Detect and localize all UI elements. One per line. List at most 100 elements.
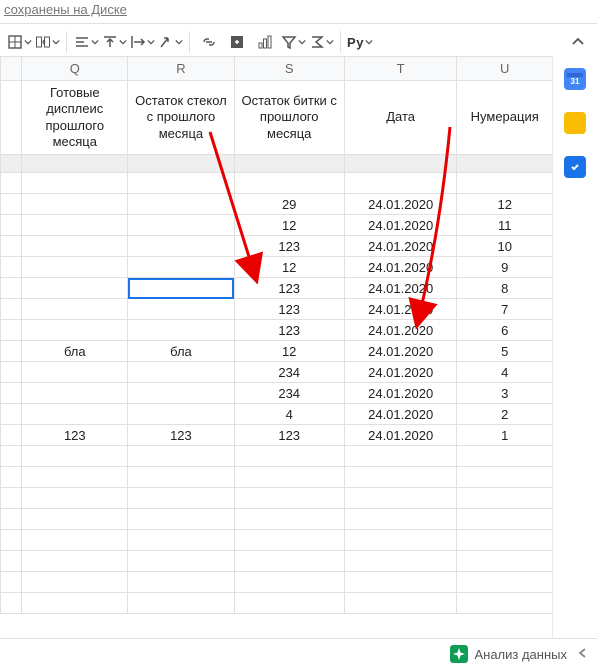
functions-button[interactable] — [308, 29, 334, 55]
cell[interactable] — [128, 299, 234, 320]
cell[interactable]: 24.01.2020 — [344, 278, 457, 299]
cell[interactable] — [128, 320, 234, 341]
side-panel-toggle[interactable] — [577, 647, 589, 662]
cell[interactable]: 8 — [457, 278, 553, 299]
cell[interactable] — [344, 593, 457, 614]
cell[interactable] — [457, 572, 553, 593]
cell[interactable] — [234, 530, 344, 551]
cell[interactable]: 24.01.2020 — [344, 404, 457, 425]
chart-button[interactable] — [252, 29, 278, 55]
cell[interactable] — [22, 551, 128, 572]
cell[interactable]: 10 — [457, 236, 553, 257]
cell[interactable] — [1, 509, 22, 530]
cell[interactable] — [457, 593, 553, 614]
cell[interactable] — [128, 278, 234, 299]
row-stub[interactable] — [1, 257, 22, 278]
cell[interactable] — [344, 467, 457, 488]
cell[interactable] — [128, 236, 234, 257]
cell[interactable]: 3 — [457, 383, 553, 404]
cell[interactable] — [22, 194, 128, 215]
cell[interactable] — [128, 488, 234, 509]
cell[interactable] — [457, 488, 553, 509]
filter-button[interactable] — [280, 29, 306, 55]
cell[interactable]: 234 — [234, 362, 344, 383]
cell[interactable] — [22, 446, 128, 467]
cell[interactable]: 123 — [234, 278, 344, 299]
cell[interactable]: 24.01.2020 — [344, 257, 457, 278]
cell[interactable]: 12 — [234, 215, 344, 236]
cell[interactable]: 4 — [457, 362, 553, 383]
cell[interactable]: бла — [128, 341, 234, 362]
cell[interactable] — [457, 446, 553, 467]
cell[interactable]: 24.01.2020 — [344, 320, 457, 341]
cell[interactable]: 24.01.2020 — [344, 425, 457, 446]
saved-link[interactable]: сохранены на Диске — [0, 0, 597, 23]
cell[interactable]: 24.01.2020 — [344, 341, 457, 362]
cell[interactable] — [22, 572, 128, 593]
cell[interactable] — [234, 173, 344, 194]
cell[interactable] — [457, 467, 553, 488]
cell[interactable]: 12 — [234, 257, 344, 278]
row-stub[interactable] — [1, 425, 22, 446]
cell[interactable] — [234, 488, 344, 509]
row-stub[interactable] — [1, 173, 22, 194]
cell[interactable] — [22, 593, 128, 614]
cell[interactable] — [234, 467, 344, 488]
cell[interactable]: 5 — [457, 341, 553, 362]
cell[interactable]: 123 — [234, 236, 344, 257]
cell[interactable]: 234 — [234, 383, 344, 404]
header-R[interactable]: Остаток стекол с прошлого месяца — [128, 81, 234, 155]
calendar-icon[interactable]: 31 — [564, 68, 586, 90]
cell[interactable] — [344, 530, 457, 551]
col-header-T[interactable]: T — [344, 57, 457, 81]
row-stub[interactable] — [1, 341, 22, 362]
cell[interactable]: 11 — [457, 215, 553, 236]
addon-py-button[interactable]: Py — [347, 29, 373, 55]
cell[interactable] — [234, 593, 344, 614]
cell[interactable] — [128, 467, 234, 488]
valign-button[interactable] — [101, 29, 127, 55]
col-header-S[interactable]: S — [234, 57, 344, 81]
cell[interactable] — [22, 173, 128, 194]
cell[interactable]: 12 — [234, 341, 344, 362]
cell[interactable] — [22, 530, 128, 551]
cell[interactable] — [344, 509, 457, 530]
cell[interactable] — [1, 467, 22, 488]
header-Q[interactable]: Готовые дисплеис прошлого месяца — [22, 81, 128, 155]
cell[interactable] — [234, 572, 344, 593]
comment-button[interactable] — [224, 29, 250, 55]
cell[interactable] — [22, 404, 128, 425]
cell[interactable] — [234, 446, 344, 467]
cell[interactable]: 6 — [457, 320, 553, 341]
row-stub[interactable] — [1, 299, 22, 320]
cell[interactable]: 24.01.2020 — [344, 299, 457, 320]
cell[interactable] — [128, 215, 234, 236]
cell[interactable] — [128, 530, 234, 551]
cell[interactable] — [1, 488, 22, 509]
cell[interactable]: 24.01.2020 — [344, 362, 457, 383]
row-stub[interactable] — [1, 215, 22, 236]
cell[interactable]: 123 — [22, 425, 128, 446]
row-stub[interactable] — [1, 194, 22, 215]
row-stub[interactable] — [1, 404, 22, 425]
cell[interactable] — [22, 257, 128, 278]
cell[interactable] — [457, 173, 553, 194]
cell[interactable]: 4 — [234, 404, 344, 425]
header-U[interactable]: Нумерация — [457, 81, 553, 155]
cell[interactable] — [22, 236, 128, 257]
cell[interactable] — [344, 572, 457, 593]
cell[interactable] — [128, 551, 234, 572]
cell[interactable] — [457, 509, 553, 530]
borders-button[interactable] — [6, 29, 32, 55]
cell[interactable]: 123 — [234, 320, 344, 341]
row-stub[interactable] — [1, 320, 22, 341]
spreadsheet-grid[interactable]: Q R S T U Готовые дисплеис прошлого меся… — [0, 56, 553, 639]
tasks-icon[interactable] — [564, 156, 586, 178]
link-button[interactable] — [196, 29, 222, 55]
row-stub[interactable] — [1, 383, 22, 404]
cell[interactable] — [128, 572, 234, 593]
cell[interactable] — [22, 320, 128, 341]
header-T[interactable]: Дата — [344, 81, 457, 155]
cell[interactable] — [1, 446, 22, 467]
cell[interactable] — [344, 446, 457, 467]
